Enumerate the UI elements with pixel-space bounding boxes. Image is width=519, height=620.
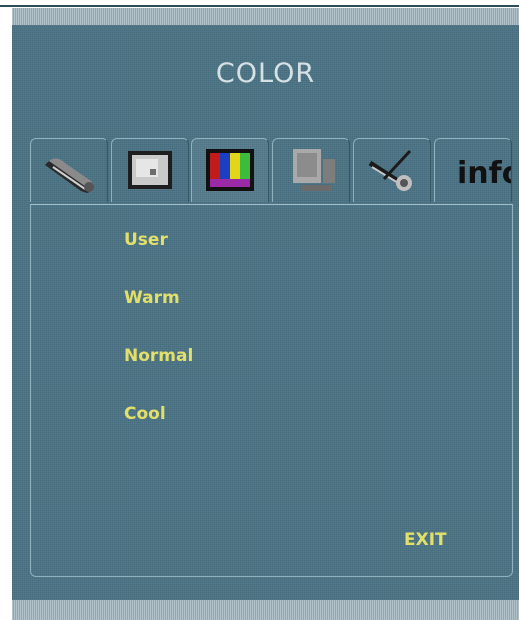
svg-text:info: info	[457, 156, 511, 191]
image-position-icon	[128, 151, 172, 189]
menu-panel	[30, 204, 513, 577]
tab-color[interactable]	[191, 138, 269, 202]
tab-monitor[interactable]	[272, 138, 350, 202]
menu-item-cool[interactable]: Cool	[124, 404, 166, 424]
brightness-contrast-icon	[45, 158, 94, 193]
osd-menu: COLOR inf User Warm Normal Cool EXIT	[12, 8, 519, 620]
bottom-band	[12, 600, 519, 620]
tab-info[interactable]: info	[434, 138, 512, 202]
top-band	[12, 8, 519, 25]
exit-button[interactable]: EXIT	[404, 530, 447, 550]
monitor-setup-icon	[293, 149, 335, 191]
tab-tools[interactable]	[353, 138, 431, 202]
menu-item-normal[interactable]: Normal	[124, 346, 193, 366]
tab-brightness-contrast[interactable]	[30, 138, 108, 202]
color-icon	[206, 149, 254, 191]
menu-item-user[interactable]: User	[124, 230, 168, 250]
top-edge-line	[0, 5, 519, 7]
tools-icon	[368, 149, 412, 191]
screenshot-frame: COLOR inf User Warm Normal Cool EXIT	[0, 0, 519, 620]
menu-title: COLOR	[215, 58, 316, 89]
menu-item-warm[interactable]: Warm	[124, 288, 180, 308]
info-icon: info	[457, 156, 511, 191]
tab-image[interactable]	[111, 138, 189, 202]
tab-bar: info	[30, 138, 513, 202]
